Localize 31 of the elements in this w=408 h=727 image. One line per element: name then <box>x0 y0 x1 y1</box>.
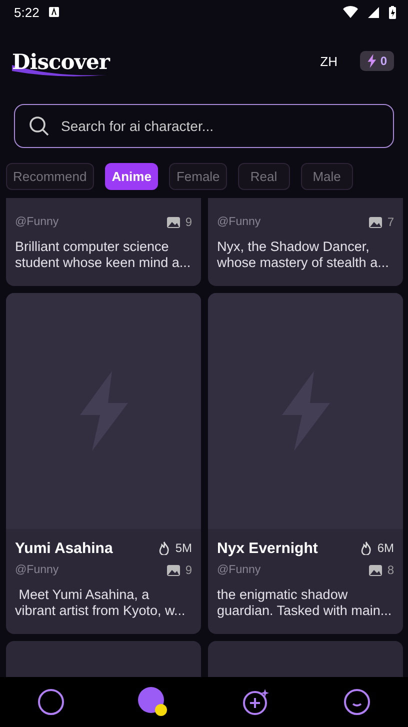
character-card[interactable]: Yumi Asahina 5M @Funny 9 Meet Yumi Asahina, a vibrant artist from Kyoto, w... <box>6 293 201 634</box>
character-description: Brilliant computer science student whose keen mind a... <box>14 239 192 271</box>
creator-handle: @Funny <box>217 564 261 576</box>
creator-handle: @Funny <box>15 564 59 576</box>
character-description: Meet Yumi Asahina, a vibrant artist from Kyoto, w... <box>14 587 186 619</box>
character-card[interactable]: @Funny 7 Nyx, the Shadow Dancer, whose mastery of stealth a... <box>208 198 403 286</box>
language-toggle[interactable]: ZH <box>320 54 338 68</box>
discover-logo: Discover <box>12 48 320 74</box>
category-tab[interactable]: Anime <box>104 163 158 190</box>
category-tab[interactable]: Real <box>238 163 290 190</box>
popularity-count: 6M <box>377 541 394 555</box>
popularity-count: 5M <box>175 541 192 555</box>
character-description: Nyx, the Shadow Dancer, whose mastery of stealth a... <box>216 239 390 271</box>
search-input[interactable]: Search for ai character... <box>59 117 379 135</box>
credits-badge[interactable]: 0 <box>360 51 394 71</box>
character-card[interactable]: @Funny 9 Brilliant computer science student whose keen mind a... <box>6 198 201 286</box>
character-name: Yumi Asahina <box>15 540 113 556</box>
image-count: 9 <box>185 563 192 577</box>
image-count: 8 <box>387 563 394 577</box>
status-time: 5:22 <box>14 4 40 20</box>
category-tab[interactable]: Recommend <box>6 163 94 190</box>
creator-handle: @Funny <box>217 216 261 228</box>
search-field[interactable]: Search for ai character... <box>14 104 394 148</box>
creator-handle: @Funny <box>15 216 59 228</box>
character-card[interactable]: Nyx Evernight 6M @Funny 8 the enigmatic shadow guardian. Tasked with main... <box>208 293 403 634</box>
character-description: the enigmatic shadow guardian. Tasked with main... <box>216 587 393 619</box>
image-count: 9 <box>185 215 192 229</box>
category-tab[interactable]: Male <box>300 163 353 190</box>
image-count: 7 <box>387 215 394 229</box>
category-tab[interactable]: Female <box>169 163 227 190</box>
character-name: Nyx Evernight <box>217 540 318 556</box>
